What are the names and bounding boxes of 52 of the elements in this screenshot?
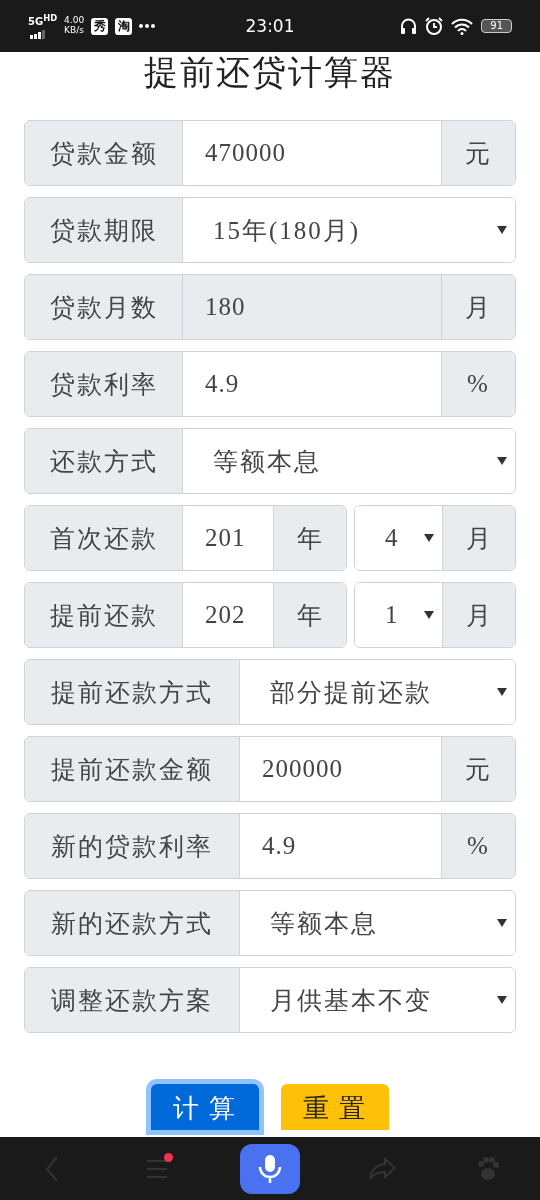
- caret-icon: [497, 996, 507, 1004]
- unit-label: 年: [273, 583, 346, 647]
- signal-icon: [30, 30, 46, 39]
- field-label: 新的还款方式: [25, 891, 239, 955]
- back-icon: [45, 1155, 60, 1182]
- unit-label: 元: [441, 121, 515, 185]
- app-badge: 秀: [91, 17, 109, 35]
- dropdown[interactable]: 等额本息: [182, 429, 515, 493]
- wifi-icon: [451, 17, 474, 35]
- unit-label: 月: [442, 583, 515, 647]
- page-title: 提前还贷计算器: [143, 54, 397, 92]
- share-icon: [368, 1156, 397, 1181]
- field-label: 首次还款: [25, 506, 182, 570]
- speed-unit: KB/s: [64, 26, 85, 36]
- field-label: 贷款利率: [25, 352, 182, 416]
- clock-time: 23:01: [245, 16, 295, 36]
- field-label: 贷款期限: [25, 198, 182, 262]
- reset-button[interactable]: 重 置: [281, 1084, 389, 1130]
- dropdown[interactable]: 月供基本不变: [239, 968, 515, 1032]
- caret-icon: [497, 688, 507, 696]
- dropdown[interactable]: 15年(180月): [182, 198, 515, 262]
- alarm-icon: [425, 17, 444, 35]
- speed-value: 4.00: [64, 16, 85, 26]
- field-label: 贷款金额: [25, 121, 182, 185]
- network-label: 5G$^{HD}$: [28, 14, 58, 28]
- caret-icon: [497, 226, 507, 234]
- unit-label: %: [441, 814, 515, 878]
- caret-icon: [424, 534, 434, 542]
- headphones-icon: [400, 17, 418, 35]
- voice-button[interactable]: [240, 1143, 300, 1194]
- app-badge: 淘: [115, 17, 133, 35]
- microphone-icon: [257, 1153, 283, 1184]
- dropdown[interactable]: 部分提前还款: [239, 660, 515, 724]
- unit-label: 月: [441, 275, 515, 339]
- unit-label: %: [441, 352, 515, 416]
- more-icon: [139, 24, 156, 28]
- unit-label: 月: [442, 506, 515, 570]
- unit-label: 年: [273, 506, 346, 570]
- field-label: 调整还款方案: [25, 968, 239, 1032]
- field-label: 新的贷款利率: [25, 814, 239, 878]
- menu-icon: [145, 1157, 170, 1180]
- dropdown[interactable]: 等额本息: [239, 891, 515, 955]
- unit-label: 元: [441, 737, 515, 801]
- field-label: 提前还款方式: [25, 660, 239, 724]
- caret-icon: [497, 919, 507, 927]
- caret-icon: [497, 457, 507, 465]
- field-label: 贷款月数: [25, 275, 182, 339]
- caret-icon: [424, 611, 434, 619]
- field-label: 提前还款金额: [25, 737, 239, 801]
- field-label: 提前还款: [25, 583, 182, 647]
- field-label: 还款方式: [25, 429, 182, 493]
- battery-level: 91: [481, 19, 512, 33]
